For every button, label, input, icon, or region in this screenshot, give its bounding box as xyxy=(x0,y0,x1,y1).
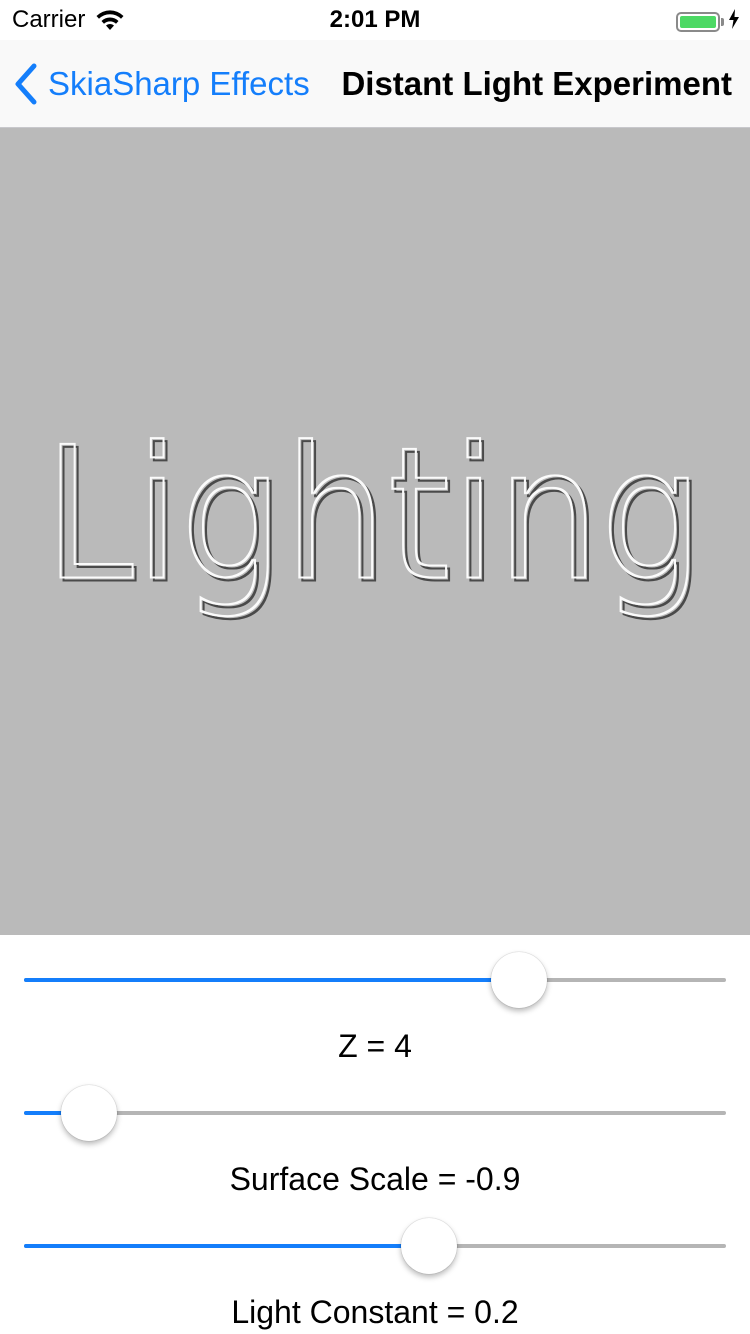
battery-icon xyxy=(676,11,720,32)
light-constant-value-label: Light Constant = 0.2 xyxy=(231,1294,519,1330)
lighting-canvas: Lighting xyxy=(0,128,750,935)
status-bar: Carrier 2:01 PM xyxy=(0,0,750,40)
slider-thumb[interactable] xyxy=(490,952,547,1008)
page-title: Distant Light Experiment xyxy=(341,65,732,102)
z-value-label: Z = 4 xyxy=(338,1028,412,1064)
controls-panel: Z = 4 Surface Scale = -0.9 Light Constan… xyxy=(0,935,750,1334)
back-button-label: SkiaSharp Effects xyxy=(48,65,310,102)
navigation-bar: SkiaSharp Effects Distant Light Experime… xyxy=(0,40,750,128)
surface-scale-value-label: Surface Scale = -0.9 xyxy=(229,1161,521,1197)
surface-scale-slider[interactable] xyxy=(24,1083,726,1143)
lighting-text: Lighting xyxy=(45,407,705,624)
slider-thumb[interactable] xyxy=(401,1218,458,1274)
slider-fill xyxy=(24,978,519,982)
charging-bolt-icon xyxy=(728,9,740,34)
z-slider[interactable] xyxy=(24,950,726,1010)
slider-thumb[interactable] xyxy=(61,1085,118,1141)
battery-tip xyxy=(721,17,724,26)
slider-fill xyxy=(24,1244,430,1248)
light-constant-slider[interactable] xyxy=(24,1216,726,1276)
battery-indicator xyxy=(676,9,740,34)
status-time: 2:01 PM xyxy=(329,6,421,33)
battery-level xyxy=(680,15,716,28)
chevron-left-icon xyxy=(14,63,38,105)
slider-track xyxy=(24,1111,726,1115)
back-button[interactable]: SkiaSharp Effects xyxy=(14,60,310,108)
